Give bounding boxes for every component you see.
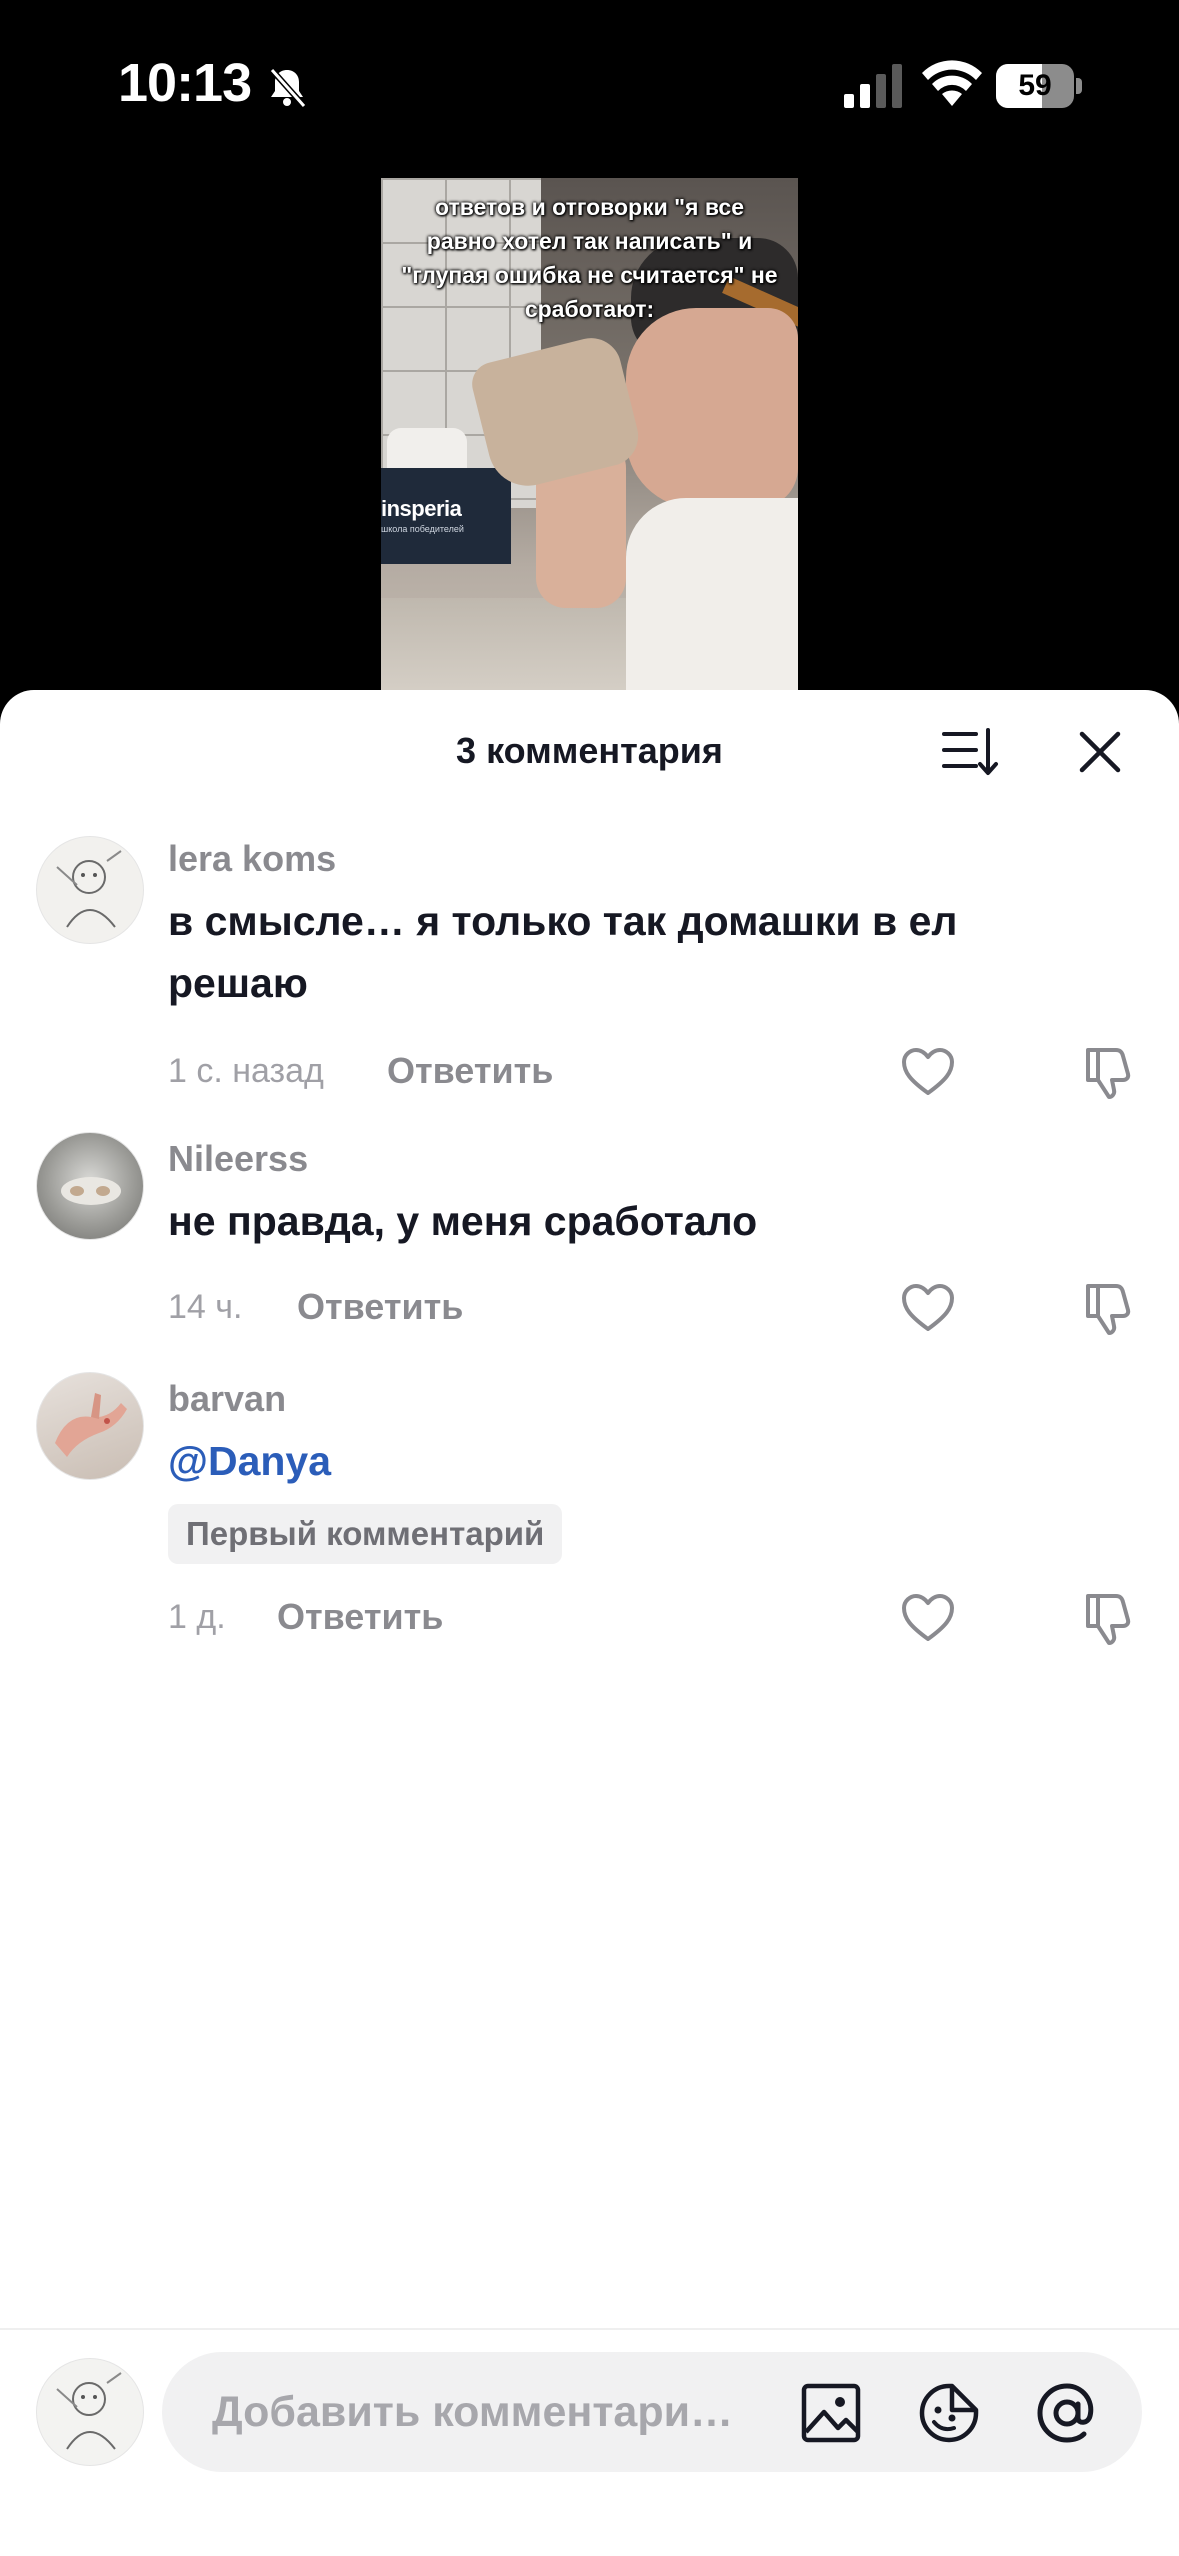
video-caption-line: равно хотел так написать" и [426, 228, 753, 254]
avatar[interactable] [36, 836, 144, 944]
silent-bell-icon [269, 68, 307, 108]
video-brand-subtitle: школа победителей [381, 524, 464, 534]
dislike-icon[interactable] [1080, 1280, 1136, 1336]
video-caption: ответов и отговорки "я все равно хотел т… [381, 190, 798, 326]
dislike-icon[interactable] [1080, 1590, 1136, 1646]
status-bar: 10:13 59 [0, 0, 1179, 170]
comment-input[interactable]: Добавить комментари… [162, 2352, 1142, 2472]
reply-button[interactable]: Ответить [277, 1596, 443, 1638]
composer-divider [0, 2328, 1179, 2330]
mention-icon[interactable] [1036, 2382, 1098, 2444]
comment-input-placeholder[interactable]: Добавить комментари… [212, 2352, 772, 2472]
comments-title: 3 комментария [456, 730, 723, 771]
avatar-sketch-icon [56, 850, 122, 928]
comment-mention-link[interactable]: @Danya [168, 1430, 1068, 1492]
reply-button[interactable]: Ответить [297, 1286, 463, 1328]
comment-text: не правда, у меня сработало [168, 1198, 758, 1244]
sticker-icon[interactable] [918, 2382, 980, 2444]
sort-icon[interactable] [940, 726, 1000, 778]
video-brand-logo: insperia [381, 496, 462, 521]
comments-sheet: 3 комментария lera koms в смысле… я толь… [0, 690, 1179, 2556]
battery-indicator: 59 [996, 64, 1082, 108]
status-time: 10:13 [118, 53, 252, 113]
avatar-sketch-icon [56, 2372, 122, 2450]
video-caption-line: сработают: [524, 296, 655, 322]
heart-icon[interactable] [900, 1046, 956, 1098]
avatar[interactable] [36, 1132, 144, 1240]
cellular-signal-icon [844, 64, 902, 108]
reply-button[interactable]: Ответить [387, 1050, 553, 1092]
comment-time: 14 ч. [168, 1288, 243, 1326]
comment-username[interactable]: Nileerss [168, 1138, 308, 1180]
comment-time: 1 д. [168, 1598, 226, 1636]
wifi-icon [922, 60, 982, 106]
comment-time: 1 с. назад [168, 1052, 324, 1090]
video-caption-line: ответов и отговорки "я все [434, 194, 745, 220]
dislike-icon[interactable] [1080, 1044, 1136, 1100]
first-comment-badge: Первый комментарий [168, 1504, 563, 1564]
avatar-hand-icon [55, 1393, 127, 1457]
close-icon[interactable] [1076, 728, 1124, 776]
comment-username[interactable]: barvan [168, 1378, 286, 1420]
battery-percent: 59 [1018, 69, 1052, 102]
my-avatar [36, 2358, 144, 2466]
avatar-photo-icon [61, 1177, 121, 1205]
avatar[interactable] [36, 1372, 144, 1480]
video-preview[interactable]: insperia школа победителей ответов и отг… [381, 178, 798, 698]
comment-username[interactable]: lera koms [168, 838, 336, 880]
image-icon[interactable] [800, 2382, 862, 2444]
video-caption-line: "глупая ошибка не считается" не [401, 262, 778, 288]
comment-text: в смысле… я только так домашки в ел реша… [168, 898, 958, 1006]
heart-icon[interactable] [900, 1282, 956, 1334]
heart-icon[interactable] [900, 1592, 956, 1644]
